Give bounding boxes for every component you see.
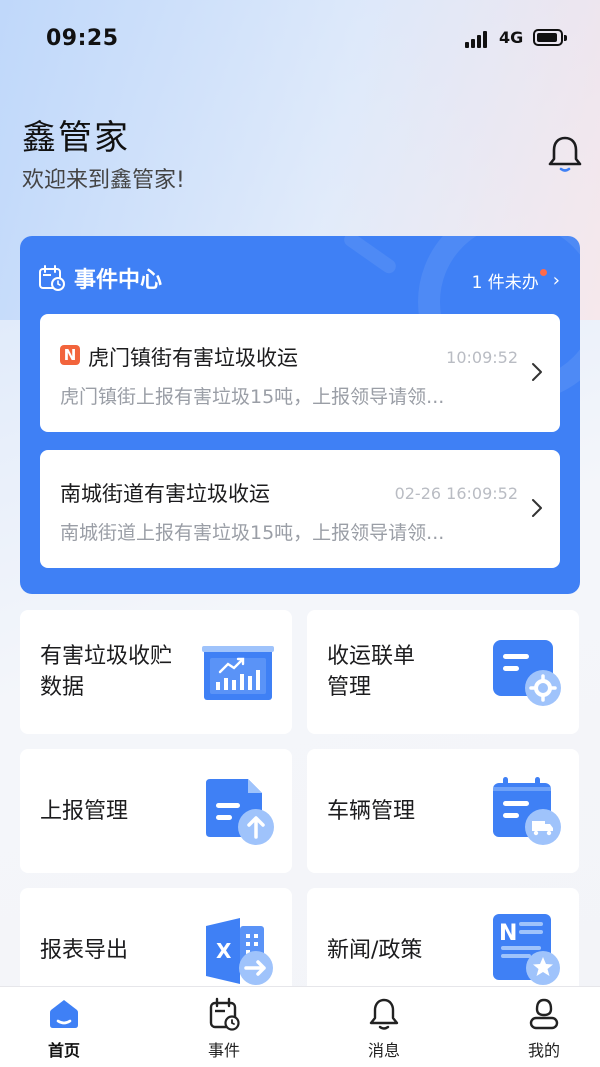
tile-label: 收运联单 管理 — [327, 644, 416, 700]
truck-calendar-icon — [493, 777, 561, 845]
tile-vehicle-management[interactable]: 车辆管理 — [307, 749, 579, 873]
clock-decoration-hand — [341, 236, 399, 276]
settings-card-icon — [493, 640, 561, 706]
tile-label: 报表导出 — [40, 938, 129, 963]
tile-label: 车辆管理 — [327, 799, 416, 824]
tab-profile[interactable]: 我的 — [494, 987, 594, 1067]
event-item[interactable]: 南城街道有害垃圾收运 02-26 16:09:52 南城街道上报有害垃圾15吨，… — [40, 450, 560, 568]
tile-label: 上报管理 — [40, 799, 129, 824]
app-title: 鑫管家 — [22, 118, 130, 158]
tab-label: 我的 — [527, 1041, 560, 1060]
tab-events[interactable]: 事件 — [174, 987, 274, 1067]
unread-dot — [539, 269, 547, 276]
event-title: 南城街道有害垃圾收运 — [60, 482, 270, 506]
tab-label: 事件 — [207, 1041, 240, 1060]
tab-label: 首页 — [47, 1041, 80, 1060]
tile-label: 有害垃圾收贮 数据 — [40, 644, 173, 700]
home-icon — [50, 1000, 78, 1028]
pending-text: 1 件未办 — [471, 273, 539, 293]
status-bar: 09:25 4G — [0, 0, 600, 78]
tab-home[interactable]: 首页 — [14, 987, 114, 1067]
tile-label: 新闻/政策 — [327, 938, 423, 963]
event-center-card: 事件中心 1 件未办 › N 虎门镇街有害垃圾收运 10:09:52 虎门镇街上… — [20, 236, 580, 594]
status-time: 09:25 — [46, 26, 119, 51]
upload-doc-icon — [206, 779, 274, 845]
signal-icon — [465, 30, 491, 48]
chevron-right-icon — [532, 499, 542, 517]
chart-board-icon — [202, 646, 274, 700]
tile-transport-manifest[interactable]: 收运联单 管理 — [307, 610, 579, 734]
tile-report-management[interactable]: 上报管理 — [20, 749, 292, 873]
tab-messages[interactable]: 消息 — [334, 987, 434, 1067]
news-star-icon: N — [493, 914, 560, 985]
event-item[interactable]: N 虎门镇街有害垃圾收运 10:09:52 虎门镇街上报有害垃圾15吨，上报领导… — [40, 314, 560, 432]
tab-label: 消息 — [367, 1041, 400, 1060]
app-subtitle: 欢迎来到鑫管家! — [22, 168, 185, 193]
svg-text:N: N — [499, 921, 517, 946]
event-description: 虎门镇街上报有害垃圾15吨，上报领导请领... — [60, 386, 445, 408]
event-time: 10:09:52 — [446, 348, 518, 367]
calendar-clock-icon — [39, 265, 65, 291]
event-description: 南城街道上报有害垃圾15吨，上报领导请领... — [60, 522, 445, 544]
event-time: 02-26 16:09:52 — [394, 484, 518, 503]
tile-hazardous-waste-data[interactable]: 有害垃圾收贮 数据 — [20, 610, 292, 734]
event-title: 虎门镇街有害垃圾收运 — [88, 346, 298, 370]
excel-export-icon: X — [206, 918, 273, 985]
battery-icon — [533, 29, 567, 46]
svg-text:X: X — [216, 939, 232, 963]
new-badge-icon: N — [60, 345, 80, 365]
pending-link[interactable]: 1 件未办 › — [472, 268, 560, 293]
chevron-right-icon: › — [552, 270, 560, 291]
chevron-right-icon — [532, 363, 542, 381]
network-type: 4G — [499, 28, 524, 47]
user-icon — [529, 998, 559, 1030]
bell-icon — [369, 998, 399, 1030]
notification-bell-icon[interactable] — [546, 134, 584, 174]
event-center-title: 事件中心 — [74, 268, 163, 293]
calendar-icon — [209, 997, 240, 1031]
tab-bar: 首页 事件 消息 我的 — [0, 986, 600, 1067]
